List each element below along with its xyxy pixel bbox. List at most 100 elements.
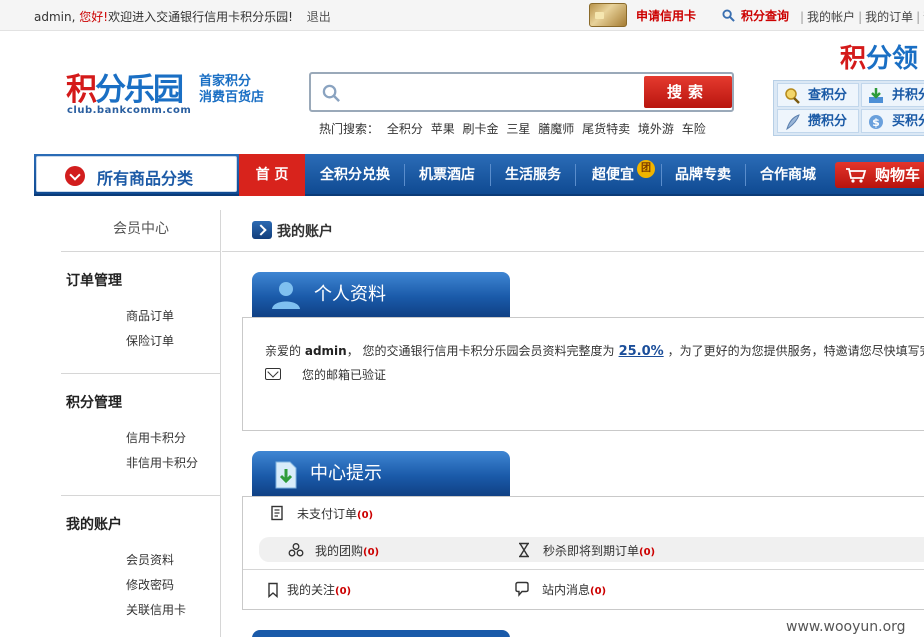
member-sidebar: 会员中心 订单管理 商品订单 保险订单 积分管理 信用卡积分 非信用卡积分 我的… — [61, 210, 221, 637]
nav-home[interactable]: 首 页 — [239, 154, 305, 196]
magnifier-icon — [785, 88, 800, 104]
promo-grid: 查积分 并积分 攒积分 $ 买积分 — [773, 80, 924, 136]
hot-keyword[interactable]: 三星 — [506, 122, 530, 136]
search-input[interactable] — [349, 78, 639, 106]
credit-card-points-link[interactable]: 信用卡积分 — [126, 429, 186, 446]
welcome-message: admin, 您好!欢迎进入交通银行信用卡积分乐园! 退出 — [34, 8, 331, 25]
section-title: 积分管理 — [66, 395, 122, 411]
apply-credit-card-link[interactable]: 申请信用卡 — [636, 7, 696, 24]
svg-text:$: $ — [872, 116, 880, 129]
hot-keyword[interactable]: 尾货特卖 — [582, 122, 630, 136]
points-promo: 积分领 查积分 并积分 攒积分 $ 买积分 — [770, 36, 924, 140]
username: admin, — [34, 10, 76, 24]
download-icon — [869, 88, 883, 103]
points-query-link[interactable]: 积分查询 — [741, 7, 789, 24]
check-points-button[interactable]: 查积分 — [777, 83, 859, 107]
cart-label: 购物车 — [875, 166, 921, 184]
order-management-section: 订单管理 商品订单 保险订单 — [61, 252, 221, 374]
chevron-right-icon — [252, 221, 272, 239]
hot-keyword[interactable]: 膳魔师 — [538, 122, 574, 136]
my-orders-link[interactable]: 我的订单 — [865, 10, 913, 24]
non-credit-card-points-link[interactable]: 非信用卡积分 — [126, 454, 198, 471]
profile-title: 个人资料 — [314, 284, 386, 305]
logo-brand: 积分乐园 — [66, 72, 184, 108]
document-download-icon — [275, 461, 297, 489]
site-logo[interactable]: 积分乐园 首家积分 消费百货店 club.bankcomm.com — [66, 64, 276, 120]
breadcrumb-current: 我的账户 — [277, 224, 333, 240]
bookmark-icon — [268, 582, 278, 598]
my-account-link[interactable]: 我的帐户 — [807, 10, 855, 24]
section-title: 订单管理 — [66, 273, 122, 289]
insurance-orders-link[interactable]: 保险订单 — [126, 332, 174, 349]
my-follows-link[interactable]: 我的关注(0) — [287, 581, 351, 598]
search-icon — [722, 9, 735, 22]
greeting: 您好! — [79, 10, 109, 24]
credit-card-icon[interactable] — [589, 3, 627, 27]
all-categories-label: 所有商品分类 — [97, 169, 194, 188]
logo-slogan: 首家积分 消费百货店 — [199, 74, 265, 105]
linked-credit-card-link[interactable]: 关联信用卡 — [126, 601, 186, 618]
logout-link[interactable]: 退出 — [307, 10, 331, 24]
section-title: 我的账户 — [66, 517, 122, 533]
watermark: www.wooyun.org — [786, 619, 906, 635]
hot-keyword[interactable]: 全积分 — [387, 122, 423, 136]
user-icon — [272, 282, 300, 309]
all-categories-button[interactable]: 所有商品分类 — [36, 156, 237, 192]
nav-life-services[interactable]: 生活服务 — [491, 154, 575, 196]
profile-tab-header: 个人资料 — [252, 272, 510, 318]
message-bubble-icon — [515, 581, 529, 597]
center-tips-title: 中心提示 — [310, 463, 382, 484]
member-center-title: 会员中心 — [61, 210, 221, 252]
email-verified-text: 您的邮箱已验证 — [302, 368, 387, 382]
search-icon — [322, 84, 340, 102]
search-button[interactable]: 搜索 — [644, 76, 732, 108]
site-messages-link[interactable]: 站内消息(0) — [542, 581, 606, 598]
profile-username: admin — [304, 344, 347, 358]
profile-completeness-text: 亲爱的 admin， 您的交通银行信用卡积分乐园会员资料完整度为 25.0% ，为了… — [265, 344, 924, 359]
hot-search-label: 热门搜索： — [319, 122, 380, 136]
top-bar: admin, 您好!欢迎进入交通银行信用卡积分乐园! 退出 申请信用卡 积分查询… — [0, 0, 924, 31]
search-bar: 搜索 — [309, 72, 734, 112]
profile-panel: 亲爱的 admin， 您的交通银行信用卡积分乐园会员资料完整度为 25.0% ，为了… — [242, 317, 924, 431]
nav-brands[interactable]: 品牌专卖 — [662, 154, 744, 196]
group-buy-icon — [288, 543, 304, 557]
buy-points-button[interactable]: $ 买积分 — [861, 109, 924, 133]
hot-keyword[interactable]: 刷卡金 — [463, 122, 499, 136]
hot-keyword[interactable]: 苹果 — [431, 122, 455, 136]
account-links: |我的帐户|我的订单|帮 — [797, 8, 924, 25]
expiring-orders-count: (0) — [639, 547, 656, 558]
change-password-link[interactable]: 修改密码 — [126, 576, 174, 593]
messages-count: (0) — [590, 586, 607, 597]
nav-partner-mall[interactable]: 合作商城 — [746, 154, 830, 196]
logo-url: club.bankcomm.com — [67, 105, 192, 116]
center-tips-panel: 未支付订单(0) 我的团购(0) 秒杀即将到期订单(0) 我的关注(0) 站内消… — [242, 496, 924, 610]
promo-title: 积分领 — [840, 44, 919, 74]
chevron-down-icon — [65, 166, 85, 186]
unpaid-orders-count: (0) — [357, 510, 374, 521]
merge-points-button[interactable]: 并积分 — [861, 83, 924, 107]
unpaid-orders-link[interactable]: 未支付订单(0) — [297, 505, 373, 522]
hourglass-icon — [519, 542, 529, 558]
breadcrumb-divider — [222, 251, 924, 252]
points-management-section: 积分管理 信用卡积分 非信用卡积分 — [61, 374, 221, 496]
completeness-percent-link[interactable]: 25.0% — [619, 344, 664, 359]
center-tips-tab-header: 中心提示 — [252, 451, 510, 497]
welcome-text: 欢迎进入交通银行信用卡积分乐园! — [108, 10, 293, 24]
nav-full-points[interactable]: 全积分兑换 — [307, 154, 403, 196]
next-section-tab-header — [252, 630, 510, 637]
save-points-button[interactable]: 攒积分 — [777, 109, 859, 133]
tips-divider — [243, 569, 924, 570]
my-group-buy-link[interactable]: 我的团购(0) — [315, 542, 379, 559]
hot-keyword[interactable]: 车险 — [682, 122, 706, 136]
mail-icon — [265, 368, 281, 380]
hot-keyword[interactable]: 境外游 — [638, 122, 674, 136]
member-profile-link[interactable]: 会员资料 — [126, 551, 174, 568]
group-buy-badge: 团 — [637, 160, 655, 178]
expiring-flash-orders-link[interactable]: 秒杀即将到期订单(0) — [543, 542, 655, 559]
nav-flights-hotels[interactable]: 机票酒店 — [405, 154, 489, 196]
dollar-icon: $ — [869, 115, 883, 129]
feather-icon — [786, 114, 800, 131]
product-orders-link[interactable]: 商品订单 — [126, 307, 174, 324]
group-buy-count: (0) — [363, 547, 380, 558]
cart-button[interactable]: 购物车 — [835, 162, 924, 188]
